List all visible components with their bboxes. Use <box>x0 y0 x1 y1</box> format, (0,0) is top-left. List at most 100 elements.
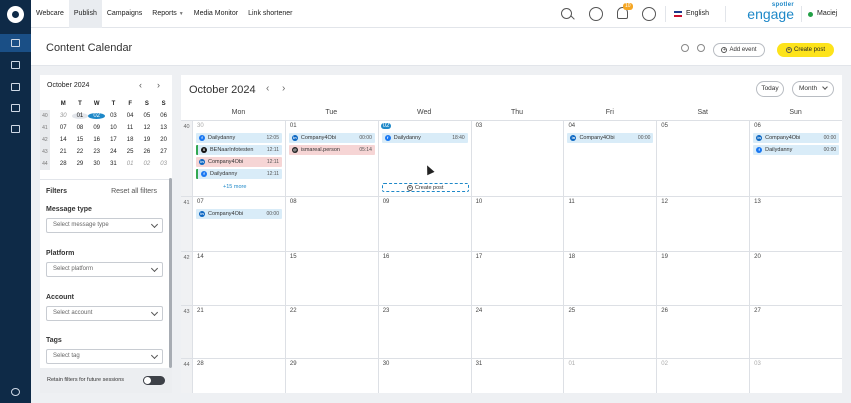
day-cell[interactable]: 03 <box>470 121 564 196</box>
create-post-inline-button[interactable]: + Create post <box>381 183 469 192</box>
mini-day[interactable]: 04 <box>122 113 139 119</box>
user-menu[interactable]: Maciej <box>817 0 837 28</box>
media-nav-icon[interactable] <box>0 120 31 138</box>
day-cell[interactable]: 10 <box>470 197 564 251</box>
day-cell[interactable]: 24 <box>470 306 564 358</box>
retain-filters-toggle[interactable] <box>143 376 165 385</box>
mini-day[interactable]: 14 <box>55 137 72 143</box>
day-cell[interactable]: 01 <box>563 359 656 393</box>
search-icon[interactable] <box>681 44 689 52</box>
account-select[interactable]: Select account <box>46 306 163 321</box>
day-cell[interactable]: 09 <box>377 197 471 251</box>
more-posts-link[interactable]: +15 more <box>223 184 246 190</box>
day-cell[interactable]: 15 <box>284 252 378 305</box>
help-icon[interactable] <box>642 7 656 21</box>
calendar-post[interactable]: @ ismareal.person 05:14 <box>288 145 375 155</box>
day-cell[interactable]: 03 <box>749 359 842 393</box>
mini-day[interactable]: 11 <box>122 125 139 131</box>
nav-item-webcare[interactable]: Webcare <box>31 0 69 28</box>
filter-scrollbar[interactable] <box>169 178 172 368</box>
day-cell[interactable]: 30 <box>377 359 471 393</box>
day-cell[interactable]: 05 <box>656 121 749 196</box>
nav-item-link-shortener[interactable]: Link shortener <box>243 0 297 28</box>
calendar-post[interactable]: in Company4Obi 00:00 <box>196 209 282 219</box>
add-event-button[interactable]: + Add event <box>713 43 765 57</box>
mini-day[interactable]: 27 <box>155 149 172 155</box>
calendar-post[interactable]: in Company4Obi 00:00 <box>567 133 654 143</box>
mini-day[interactable]: 29 <box>72 161 89 167</box>
mini-day[interactable]: 24 <box>105 149 122 155</box>
day-cell[interactable]: 27 <box>749 306 842 358</box>
day-cell[interactable]: 17 <box>470 252 564 305</box>
calendar-post[interactable]: f Dailydanny 12:11 <box>196 169 282 179</box>
day-cell[interactable]: 20 <box>749 252 842 305</box>
day-cell[interactable]: 02 f Dailydanny 18:40 + Create post <box>377 121 471 196</box>
day-cell[interactable]: 30 f Dailydanny 12:05 X BENaarInfotesten 12:11… <box>192 121 285 196</box>
mini-day[interactable]: 08 <box>72 125 89 131</box>
mini-day[interactable]: 25 <box>122 149 139 155</box>
tags-select[interactable]: Select tag <box>46 349 163 364</box>
mini-day[interactable]: 06 <box>155 113 172 119</box>
day-cell[interactable]: 19 <box>656 252 749 305</box>
day-cell[interactable]: 12 <box>656 197 749 251</box>
calendar-post[interactable]: f Dailydanny 12:05 <box>196 133 282 143</box>
day-cell[interactable]: 07 in Company4Obi 00:00 <box>192 197 285 251</box>
mini-day[interactable]: 02 <box>139 161 156 167</box>
nav-item-campaigns[interactable]: Campaigns <box>102 0 147 28</box>
mini-day[interactable]: 02 <box>88 113 106 119</box>
mini-day[interactable]: 09 <box>88 125 105 131</box>
next-month-arrow-icon[interactable]: › <box>282 83 285 94</box>
list-nav-icon[interactable] <box>0 78 31 96</box>
day-cell[interactable]: 08 <box>284 197 378 251</box>
mini-day[interactable]: 03 <box>105 113 122 119</box>
mini-day[interactable]: 05 <box>139 113 156 119</box>
nav-item-media-monitor[interactable]: Media Monitor <box>189 0 243 28</box>
settings-gear-icon[interactable] <box>0 383 31 401</box>
mini-day[interactable]: 12 <box>139 125 156 131</box>
mini-prev-arrow-icon[interactable]: ‹ <box>139 80 142 90</box>
edit-nav-icon[interactable] <box>0 56 31 74</box>
platform-select[interactable]: Select platform <box>46 262 163 277</box>
day-cell[interactable]: 14 <box>192 252 285 305</box>
calendar-post[interactable]: X BENaarInfotesten 12:11 <box>196 145 282 155</box>
mini-day[interactable]: 26 <box>139 149 156 155</box>
mini-day[interactable]: 19 <box>139 137 156 143</box>
day-cell[interactable]: 26 <box>656 306 749 358</box>
prev-month-arrow-icon[interactable]: ‹ <box>266 83 269 94</box>
day-cell[interactable]: 25 <box>563 306 656 358</box>
day-cell[interactable]: 18 <box>563 252 656 305</box>
calendar-post[interactable]: f Dailydanny 18:40 <box>381 133 468 143</box>
mini-day[interactable]: 18 <box>122 137 139 143</box>
day-cell[interactable]: 02 <box>656 359 749 393</box>
day-cell[interactable]: 23 <box>377 306 471 358</box>
calendar-post[interactable]: in Company4Obi 12:11 <box>196 157 282 167</box>
day-cell[interactable]: 16 <box>377 252 471 305</box>
day-cell[interactable]: 31 <box>470 359 564 393</box>
mini-day[interactable]: 22 <box>72 149 89 155</box>
day-cell[interactable]: 01 in Company4Obi 00:00 @ ismareal.person 05:1… <box>284 121 378 196</box>
view-select[interactable]: Month <box>792 81 834 97</box>
day-cell[interactable]: 04 in Company4Obi 00:00 <box>563 121 656 196</box>
day-cell[interactable]: 29 <box>284 359 378 393</box>
today-button[interactable]: Today <box>756 81 784 97</box>
calendar-post[interactable]: in Company4Obi 00:00 <box>753 133 840 143</box>
create-post-button[interactable]: + Create post <box>777 43 834 57</box>
mini-day[interactable]: 03 <box>155 161 172 167</box>
day-cell[interactable]: 13 <box>749 197 842 251</box>
day-cell[interactable]: 22 <box>284 306 378 358</box>
mini-day[interactable]: 30 <box>88 161 105 167</box>
calendar-nav-icon[interactable] <box>0 34 31 52</box>
day-cell[interactable]: 06 in Company4Obi 00:00 f Dailydanny 00:00 <box>749 121 842 196</box>
mini-day[interactable]: 01 <box>71 113 89 119</box>
day-cell[interactable]: 11 <box>563 197 656 251</box>
task-icon[interactable] <box>589 7 603 21</box>
mini-day[interactable]: 28 <box>55 161 72 167</box>
mini-day[interactable]: 21 <box>55 149 72 155</box>
reset-filters-link[interactable]: Reset all filters <box>111 188 157 195</box>
stats-nav-icon[interactable] <box>0 99 31 117</box>
app-logo[interactable] <box>7 6 24 23</box>
day-cell[interactable]: 21 <box>192 306 285 358</box>
mini-day[interactable]: 16 <box>88 137 105 143</box>
message-type-select[interactable]: Select message type <box>46 218 163 233</box>
mini-day[interactable]: 17 <box>105 137 122 143</box>
